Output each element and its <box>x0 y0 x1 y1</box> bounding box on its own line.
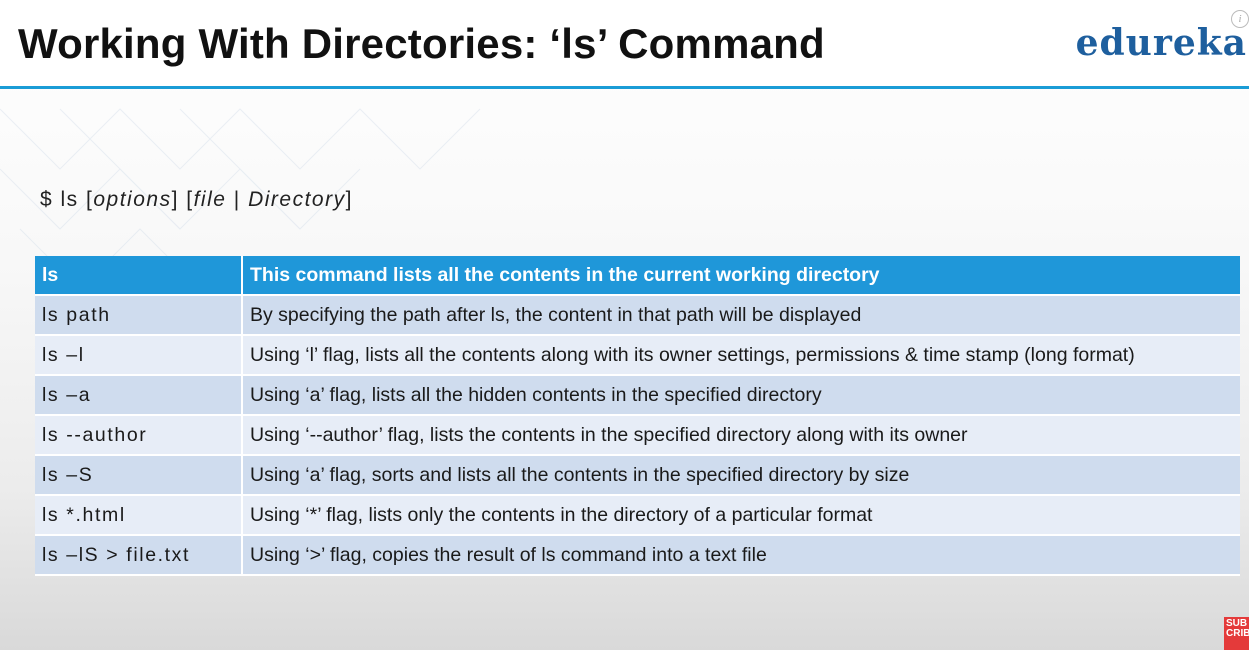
table-row: ls –lS > file.txt Using ‘>’ flag, copies… <box>35 536 1240 576</box>
syntax-suffix: ] <box>345 188 353 211</box>
description-cell: Using ‘l’ flag, lists all the contents a… <box>243 336 1240 376</box>
table-header-row: ls This command lists all the contents i… <box>35 256 1240 296</box>
table-row: ls –l Using ‘l’ flag, lists all the cont… <box>35 336 1240 376</box>
command-cell: ls –S <box>35 456 243 496</box>
syntax-prefix: $ ls [ <box>40 188 94 211</box>
slide-header: Working With Directories: ‘ls’ Command e… <box>0 0 1249 89</box>
subscribe-badge[interactable]: SUB CRIB <box>1224 617 1249 650</box>
command-cell: ls –l <box>35 336 243 376</box>
description-cell: By specifying the path after ls, the con… <box>243 296 1240 336</box>
syntax-separator: | <box>226 188 249 211</box>
table-row: ls *.html Using ‘*’ flag, lists only the… <box>35 496 1240 536</box>
syntax-directory: Directory <box>248 188 346 211</box>
slide-title: Working With Directories: ‘ls’ Command <box>18 20 825 67</box>
table-row: ls –S Using ‘a’ flag, sorts and lists al… <box>35 456 1240 496</box>
subscribe-badge-line2: CRIB <box>1226 628 1249 639</box>
description-cell: Using ‘>’ flag, copies the result of ls … <box>243 536 1240 576</box>
syntax-file: file <box>193 188 227 211</box>
syntax-options: options <box>93 188 172 211</box>
description-cell: Using ‘--author’ flag, lists the content… <box>243 416 1240 456</box>
table-row: ls path By specifying the path after ls,… <box>35 296 1240 336</box>
table-row: ls --author Using ‘--author’ flag, lists… <box>35 416 1240 456</box>
command-cell: ls *.html <box>35 496 243 536</box>
command-cell: ls --author <box>35 416 243 456</box>
description-cell: Using ‘a’ flag, lists all the hidden con… <box>243 376 1240 416</box>
brand-logo: edureka <box>1075 22 1247 64</box>
description-cell: Using ‘*’ flag, lists only the contents … <box>243 496 1240 536</box>
header-description: This command lists all the contents in t… <box>243 256 1240 296</box>
command-table: ls This command lists all the contents i… <box>35 256 1240 576</box>
command-cell: ls –lS > file.txt <box>35 536 243 576</box>
info-icon[interactable]: i <box>1231 10 1249 28</box>
command-cell: ls path <box>35 296 243 336</box>
description-cell: Using ‘a’ flag, sorts and lists all the … <box>243 456 1240 496</box>
header-command: ls <box>35 256 243 296</box>
command-syntax: $ ls [options] [file | Directory] <box>40 188 353 212</box>
command-cell: ls –a <box>35 376 243 416</box>
table-row: ls –a Using ‘a’ flag, lists all the hidd… <box>35 376 1240 416</box>
syntax-mid: ] [ <box>171 188 194 211</box>
